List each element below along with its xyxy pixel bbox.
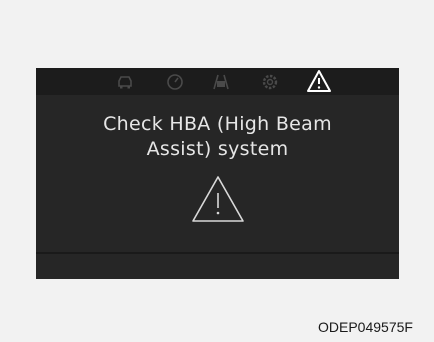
- image-code-label: ODEP049575F: [318, 319, 413, 335]
- message-line-1: Check HBA (High Beam: [103, 113, 332, 135]
- warning-triangle-icon: [187, 171, 249, 227]
- lane-assist-icon: [210, 71, 232, 93]
- message-line-2: Assist) system: [146, 138, 289, 160]
- status-icon-bar: [36, 68, 399, 95]
- bottom-divider: [36, 252, 399, 254]
- car-icon: [114, 71, 136, 93]
- cluster-display: Check HBA (High Beam Assist) system: [36, 68, 399, 279]
- warning-icon: [306, 69, 332, 93]
- settings-icon: [259, 71, 281, 93]
- gauge-icon: [164, 71, 186, 93]
